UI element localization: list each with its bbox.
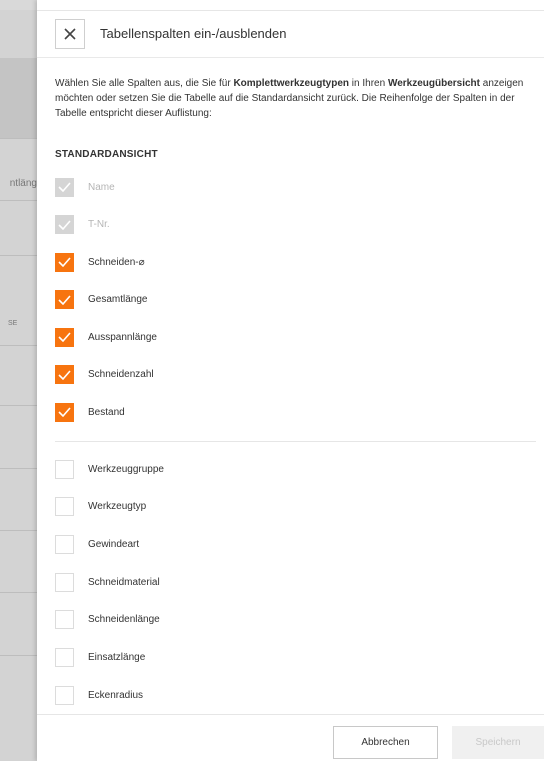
column-option-label: Gewindeart (88, 538, 140, 550)
column-option-ausspannla-nge[interactable]: Ausspannlänge (55, 327, 157, 347)
checkmark-icon (58, 182, 71, 192)
column-option-label: Eckenradius (88, 689, 144, 701)
cancel-button[interactable]: Abbrechen (333, 726, 438, 759)
description-bold-text: Komplettwerkzeugtypen (233, 78, 350, 89)
checkbox-checked[interactable] (55, 365, 74, 384)
background-divider (0, 138, 37, 139)
checkmark-icon (58, 219, 71, 230)
column-option-label: Schneidenzahl (88, 369, 154, 380)
background-divider (0, 655, 37, 656)
description-text: Wählen Sie alle Spalten aus, die Sie für (55, 78, 234, 89)
checkbox[interactable] (55, 497, 74, 517)
checkmark-icon (58, 407, 71, 417)
checkbox-checked[interactable] (55, 290, 74, 309)
column-option-label: T-Nr. (88, 219, 110, 230)
background-text-fragment: SE (8, 320, 18, 327)
dialog-title: Tabellenspalten ein-/ausblenden (100, 26, 287, 41)
description-bold-text: Werkzeugübersicht (387, 78, 480, 89)
column-option-label: Werkzeugtyp (88, 501, 147, 513)
dialog-description: Wählen Sie alle Spalten aus, die Sie für… (55, 76, 540, 121)
close-icon (64, 28, 76, 40)
checkbox-checked[interactable] (55, 402, 74, 422)
background-page: ntläng SE (0, 0, 37, 761)
background-divider (0, 200, 37, 201)
column-option-label: Schneidenlänge (88, 614, 160, 626)
background-divider (0, 468, 37, 469)
save-button[interactable]: Speichern (452, 726, 544, 759)
column-option-schneidenla-nge[interactable]: Schneidenlänge (55, 610, 160, 630)
background-band (0, 58, 37, 138)
column-option-label: Schneiden-⌀ (88, 256, 145, 268)
column-option-gewindeart[interactable]: Gewindeart (55, 534, 139, 554)
checkbox-checked[interactable] (55, 327, 74, 347)
column-option-schneiden[interactable]: Schneiden-⌀ (55, 252, 145, 272)
checkbox[interactable] (55, 534, 74, 554)
footer-divider (37, 714, 544, 715)
close-button[interactable] (55, 19, 85, 49)
background-divider (0, 530, 37, 531)
checkbox-checked (55, 177, 74, 197)
checkmark-icon (58, 332, 71, 342)
column-option-eckenradius[interactable]: Eckenradius (55, 685, 143, 705)
checkbox-checked (55, 215, 74, 234)
checkmark-icon (58, 369, 71, 380)
column-option-bestand[interactable]: Bestand (55, 402, 125, 422)
checkbox-checked[interactable] (55, 252, 74, 272)
checkmark-icon (58, 257, 71, 267)
column-option-gesamtla-nge[interactable]: Gesamtlänge (55, 290, 147, 310)
section-title: STANDARDANSICHT (55, 149, 158, 160)
header-top-border (37, 10, 544, 11)
checkbox[interactable] (55, 610, 74, 630)
background-divider (0, 345, 37, 346)
column-option-label: Gesamtlänge (88, 294, 148, 305)
column-option-label: Einsatzlänge (88, 652, 146, 663)
column-option-t-nr: T-Nr. (55, 215, 110, 235)
column-option-label: Schneidmaterial (88, 576, 160, 588)
column-option-schneidmaterial[interactable]: Schneidmaterial (55, 572, 160, 592)
column-option-werkzeugtyp[interactable]: Werkzeugtyp (55, 497, 146, 517)
column-option-label: Name (88, 181, 115, 193)
column-option-einsatzla-nge[interactable]: Einsatzlänge (55, 648, 145, 668)
column-option-name: Name (55, 177, 115, 197)
checkbox[interactable] (55, 685, 74, 705)
checkbox[interactable] (55, 459, 74, 479)
column-option-schneidenzahl[interactable]: Schneidenzahl (55, 365, 154, 385)
description-text: in Ihren (349, 78, 388, 89)
column-option-label: Ausspannlänge (88, 331, 157, 343)
column-option-label: Bestand (88, 406, 125, 418)
background-band (0, 0, 37, 10)
background-text-fragment: ntläng (9, 178, 37, 189)
checkmark-icon (58, 294, 71, 305)
column-settings-dialog: Tabellenspalten ein-/ausblenden Wählen S… (37, 0, 544, 761)
background-divider (0, 405, 37, 406)
column-option-werkzeuggruppe[interactable]: Werkzeuggruppe (55, 459, 164, 479)
background-divider (0, 255, 37, 256)
checkbox[interactable] (55, 648, 74, 667)
column-option-label: Werkzeuggruppe (88, 463, 164, 475)
checkbox[interactable] (55, 572, 74, 592)
header-divider (37, 57, 544, 58)
background-divider (0, 592, 37, 593)
section-divider (55, 441, 536, 442)
